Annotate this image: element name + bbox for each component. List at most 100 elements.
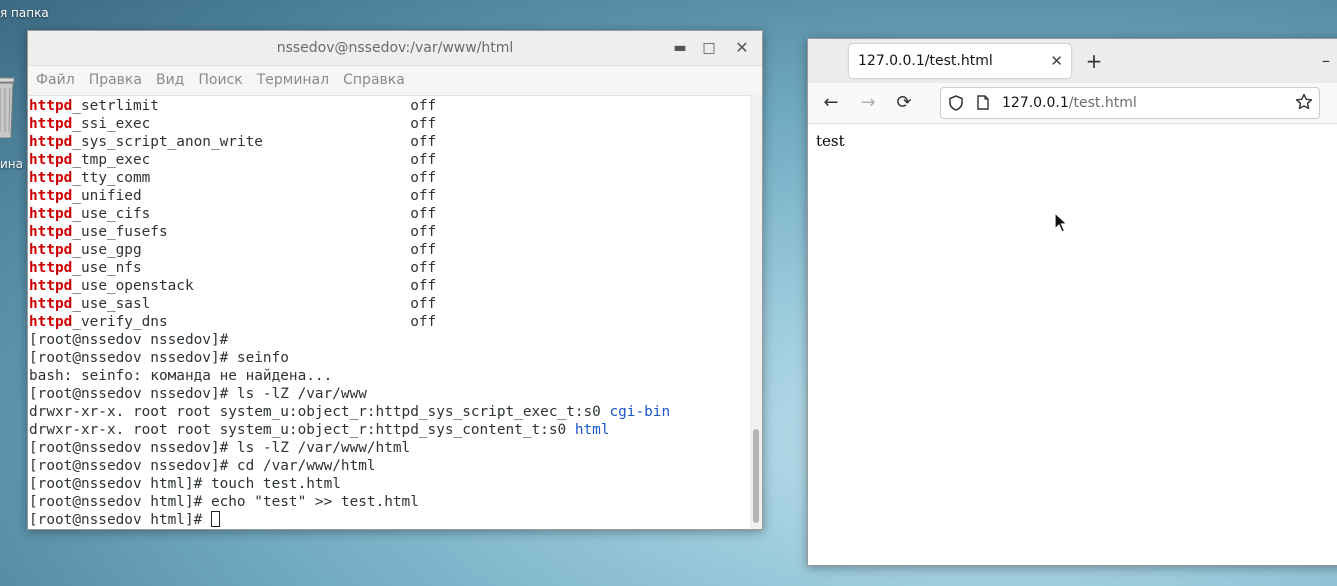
terminal-line: [root@nssedov nssedov]# ls -lZ /var/www/… (29, 439, 750, 457)
terminal-title: nssedov@nssedov:/var/www/html (276, 40, 514, 56)
boolean-name: _setrlimit (72, 98, 159, 114)
terminal-line-text: drwxr-xr-x. root root system_u:object_r:… (29, 422, 575, 438)
desktop-trash-label[interactable]: ина (0, 157, 23, 171)
boolean-name: _tmp_exec (72, 152, 151, 168)
terminal-line: [root@nssedov nssedov]# cd /var/www/html (29, 457, 750, 475)
boolean-value: off (410, 278, 437, 294)
terminal-line: drwxr-xr-x. root root system_u:object_r:… (29, 421, 750, 439)
boolean-spacer (150, 296, 410, 312)
selinux-boolean-row: httpd_use_nfs off (29, 259, 750, 277)
selinux-boolean-row: httpd_tmp_exec off (29, 151, 750, 169)
forward-icon[interactable]: → (853, 88, 883, 118)
terminal-window[interactable]: nssedov@nssedov:/var/www/html ▬ □ ✕ Файл… (27, 30, 763, 530)
terminal-line: [root@nssedov nssedov]# (29, 331, 750, 349)
boolean-value: off (410, 152, 437, 168)
menu-terminal[interactable]: Терминал (250, 66, 336, 95)
terminal-line-text: [root@nssedov html]# touch test.html (29, 476, 341, 492)
boolean-value: off (410, 314, 437, 330)
terminal-scrollbar[interactable] (750, 95, 762, 529)
boolean-value: off (410, 170, 437, 186)
terminal-line: [root@nssedov html]# touch test.html (29, 475, 750, 493)
menu-file[interactable]: Файл (28, 66, 82, 95)
terminal-prompt: [root@nssedov html]# (29, 512, 211, 528)
boolean-name: _use_sasl (72, 296, 151, 312)
boolean-value: off (410, 260, 437, 276)
selinux-boolean-row: httpd_use_openstack off (29, 277, 750, 295)
boolean-value: off (410, 224, 437, 240)
boolean-name: _use_gpg (72, 242, 142, 258)
browser-tabbar: 127.0.0.1/test.html ✕ + – (808, 39, 1337, 83)
boolean-prefix: httpd (29, 314, 73, 330)
browser-tab[interactable]: 127.0.0.1/test.html ✕ (849, 44, 1071, 78)
boolean-spacer (142, 260, 411, 276)
back-icon[interactable]: ← (816, 88, 846, 118)
boolean-name: _use_fusefs (72, 224, 168, 240)
terminal-line-text: [root@nssedov html]# echo "test" >> test… (29, 494, 419, 510)
terminal-menubar: Файл Правка Вид Поиск Терминал Справка (28, 66, 762, 96)
boolean-prefix: httpd (29, 260, 73, 276)
url-text[interactable]: 127.0.0.1/test.html (1002, 88, 1137, 118)
boolean-value: off (410, 116, 437, 132)
selinux-boolean-row: httpd_use_fusefs off (29, 223, 750, 241)
boolean-prefix: httpd (29, 278, 73, 294)
boolean-prefix: httpd (29, 170, 73, 186)
boolean-value: off (410, 206, 437, 222)
boolean-spacer (150, 170, 410, 186)
minimize-icon[interactable]: ▬ (668, 31, 692, 65)
terminal-dir-name: html (574, 422, 610, 438)
boolean-prefix: httpd (29, 296, 73, 312)
boolean-prefix: httpd (29, 188, 73, 204)
selinux-boolean-row: httpd_verify_dns off (29, 313, 750, 331)
boolean-spacer (150, 206, 410, 222)
boolean-spacer (263, 134, 410, 150)
terminal-prompt-line: [root@nssedov html]# (29, 511, 750, 529)
maximize-icon[interactable]: □ (697, 31, 721, 65)
trash-icon[interactable] (0, 72, 22, 138)
new-tab-icon[interactable]: + (1082, 45, 1106, 77)
terminal-line-text: [root@nssedov nssedov]# seinfo (29, 350, 289, 366)
boolean-name: _tty_comm (72, 170, 151, 186)
boolean-name: _unified (72, 188, 142, 204)
menu-edit[interactable]: Правка (82, 66, 149, 95)
selinux-boolean-row: httpd_tty_comm off (29, 169, 750, 187)
browser-minimize-icon[interactable]: – (1322, 45, 1330, 77)
terminal-output[interactable]: httpd_setrlimit off httpd_ssi_exec off htt… (28, 95, 750, 529)
boolean-name: _verify_dns (72, 314, 168, 330)
boolean-prefix: httpd (29, 206, 73, 222)
terminal-titlebar[interactable]: nssedov@nssedov:/var/www/html ▬ □ ✕ (28, 31, 762, 66)
terminal-line: [root@nssedov nssedov]# seinfo (29, 349, 750, 367)
browser-window[interactable]: 127.0.0.1/test.html ✕ + – ← → ⟳ 127.0.0.… (807, 38, 1337, 566)
tab-close-icon[interactable]: ✕ (1050, 44, 1063, 78)
terminal-cursor (210, 511, 220, 527)
selinux-boolean-row: httpd_ssi_exec off (29, 115, 750, 133)
terminal-line-text: [root@nssedov nssedov]# (29, 332, 229, 348)
menu-view[interactable]: Вид (149, 66, 191, 95)
boolean-value: off (410, 296, 437, 312)
terminal-line: [root@nssedov nssedov]# ls -lZ /var/www (29, 385, 750, 403)
bookmark-star-icon[interactable] (1295, 93, 1313, 111)
boolean-prefix: httpd (29, 152, 73, 168)
selinux-boolean-row: httpd_unified off (29, 187, 750, 205)
browser-navbar: ← → ⟳ 127.0.0.1/test.html (808, 83, 1337, 124)
terminal-dir-name: cgi-bin (609, 404, 671, 420)
url-bar[interactable]: 127.0.0.1/test.html (940, 87, 1320, 119)
menu-help[interactable]: Справка (336, 66, 412, 95)
boolean-spacer (142, 242, 411, 258)
boolean-prefix: httpd (29, 116, 73, 132)
boolean-name: _use_nfs (72, 260, 142, 276)
desktop-folder-label[interactable]: я папка (0, 6, 49, 20)
boolean-value: off (410, 242, 437, 258)
reload-icon[interactable]: ⟳ (889, 88, 919, 118)
browser-content[interactable]: test (808, 124, 1337, 233)
menu-search[interactable]: Поиск (191, 66, 249, 95)
boolean-spacer (150, 152, 410, 168)
terminal-scrollbar-thumb[interactable] (753, 429, 759, 523)
page-icon[interactable] (977, 95, 989, 110)
page-text: test (816, 132, 845, 150)
shield-icon[interactable] (949, 95, 963, 111)
boolean-name: _use_openstack (72, 278, 194, 294)
boolean-value: off (410, 188, 437, 204)
boolean-value: off (410, 134, 437, 150)
close-icon[interactable]: ✕ (730, 31, 754, 65)
boolean-spacer (168, 314, 411, 330)
